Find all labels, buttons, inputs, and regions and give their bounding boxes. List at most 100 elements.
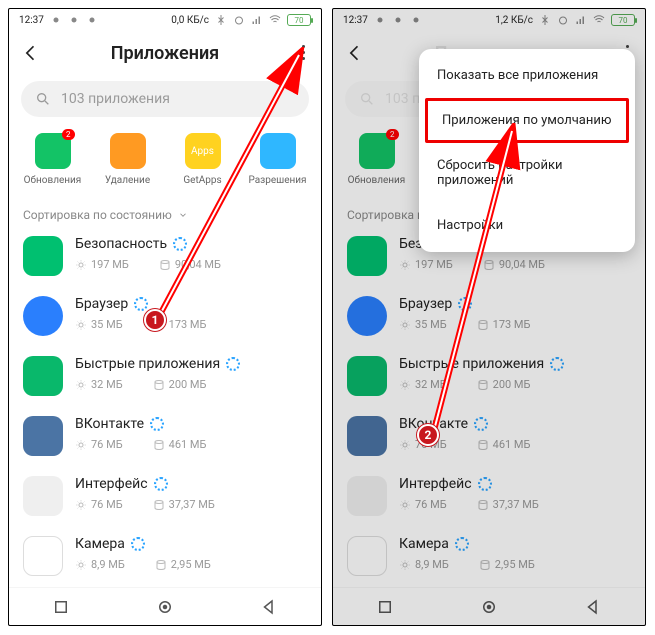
app-icon xyxy=(23,476,63,516)
sort-dropdown[interactable]: Сортировка по состоянию xyxy=(9,200,321,226)
loading-icon xyxy=(150,417,164,431)
app-name: Быстрые приложения xyxy=(399,356,631,372)
menu-item-settings[interactable]: Настройки xyxy=(419,203,635,248)
app-memory: 35 МБ xyxy=(399,318,447,331)
overflow-menu: Показать все приложения Приложения по ум… xyxy=(419,49,635,252)
network-speed: 1,2 КБ/с xyxy=(495,15,533,26)
app-name: Быстрые приложения xyxy=(75,356,307,372)
chevron-down-icon xyxy=(178,210,188,220)
app-row[interactable]: Безопасность 197 МБ 90,04 МБ xyxy=(13,226,317,286)
recent-apps-button[interactable] xyxy=(376,598,394,616)
alarm-icon xyxy=(557,14,569,26)
app-storage: 90,04 МБ xyxy=(159,258,221,271)
app-memory: 8,9 МБ xyxy=(75,558,125,571)
annotation-marker: 1 xyxy=(144,309,166,331)
disk-icon xyxy=(153,499,165,511)
app-memory: 76 МБ xyxy=(75,498,123,511)
alarm-icon xyxy=(233,14,245,26)
app-row[interactable]: Камера 8,9 МБ 2,95 МБ xyxy=(337,526,641,586)
app-memory: 8,9 МБ xyxy=(399,558,449,571)
disk-icon xyxy=(477,499,489,511)
app-row[interactable]: Интерфейс 76 МБ 37,37 МБ xyxy=(13,466,317,526)
app-row[interactable]: Быстрые приложения 32 МБ 200 МБ xyxy=(337,346,641,406)
gear-icon xyxy=(75,559,87,571)
recent-apps-button[interactable] xyxy=(52,598,70,616)
loading-icon xyxy=(550,357,564,371)
overflow-menu-button[interactable] xyxy=(298,41,309,64)
loading-icon xyxy=(173,237,187,251)
app-name: Камера xyxy=(75,536,307,552)
app-memory: 35 МБ xyxy=(75,318,123,331)
back-button[interactable] xyxy=(584,598,602,616)
app-icon xyxy=(23,536,63,576)
quick-action-green[interactable]: 2 Обновления xyxy=(21,133,85,186)
search-icon xyxy=(359,91,375,107)
loading-icon xyxy=(134,297,148,311)
annotation-marker: 2 xyxy=(417,424,439,446)
wifi-icon xyxy=(269,14,281,26)
battery-icon: 70 xyxy=(611,14,635,26)
app-row[interactable]: Браузер 35 МБ 173 МБ xyxy=(337,286,641,346)
quick-action-orange[interactable]: Удаление xyxy=(96,133,160,186)
app-icon xyxy=(347,416,387,456)
battery-icon: 70 xyxy=(287,14,311,26)
home-button[interactable] xyxy=(480,598,498,616)
app-memory: 76 МБ xyxy=(399,498,447,511)
notif-icon xyxy=(68,14,80,26)
notif-icon xyxy=(374,14,386,26)
loading-icon xyxy=(455,537,469,551)
sort-label: Сортировка по состоянию xyxy=(23,208,172,222)
notif-icon xyxy=(86,14,98,26)
disk-icon xyxy=(155,559,167,571)
quick-action-label: Обновления xyxy=(348,175,406,186)
notif-icon xyxy=(392,14,404,26)
app-storage: 200 МБ xyxy=(477,378,531,391)
gear-icon xyxy=(75,439,87,451)
quick-action-icon: 2 xyxy=(359,133,395,169)
menu-item-default-apps[interactable]: Приложения по умолчанию xyxy=(425,98,629,143)
app-memory: 76 МБ xyxy=(75,438,123,451)
search-input[interactable]: 103 приложения xyxy=(21,81,309,117)
back-icon[interactable] xyxy=(21,43,41,63)
apps-list: Безопасность 197 МБ 90,04 МБ Браузер 35 … xyxy=(333,226,645,586)
gear-icon xyxy=(75,259,87,271)
quick-action-icon: 2 xyxy=(35,133,71,169)
loading-icon xyxy=(154,477,168,491)
app-storage: 461 МБ xyxy=(153,438,207,451)
app-name: Браузер xyxy=(399,296,631,312)
notif-icon xyxy=(50,14,62,26)
quick-action-yellow[interactable]: Apps GetApps xyxy=(171,133,235,186)
quick-action-green[interactable]: 2 Обновления xyxy=(345,133,409,186)
loading-icon xyxy=(458,297,472,311)
network-speed: 0,0 КБ/с xyxy=(171,15,209,26)
gear-icon xyxy=(75,499,87,511)
disk-icon xyxy=(477,439,489,451)
phone-screen-left: 12:37 0,0 КБ/с 70 Приложения 103 приложе… xyxy=(8,8,322,626)
back-button[interactable] xyxy=(260,598,278,616)
quick-action-blue[interactable]: Разрешения xyxy=(246,133,310,186)
gear-icon xyxy=(399,319,411,331)
quick-action-label: Удаление xyxy=(105,175,150,186)
bluetooth-icon xyxy=(215,14,227,26)
home-button[interactable] xyxy=(156,598,174,616)
icon-text: Apps xyxy=(185,133,221,169)
back-icon[interactable] xyxy=(345,43,365,63)
loading-icon xyxy=(226,357,240,371)
quick-action-label: Разрешения xyxy=(248,175,306,186)
app-icon xyxy=(23,356,63,396)
gear-icon xyxy=(399,379,411,391)
gear-icon xyxy=(75,379,87,391)
app-row[interactable]: Быстрые приложения 32 МБ 200 МБ xyxy=(13,346,317,406)
notif-icon xyxy=(410,14,422,26)
app-row[interactable]: Камера 8,9 МБ 2,95 МБ xyxy=(13,526,317,586)
menu-item-reset[interactable]: Сбросить настройки приложений xyxy=(419,143,635,203)
loading-icon xyxy=(478,477,492,491)
app-row[interactable]: ВКонтакте 76 МБ 461 МБ xyxy=(337,406,641,466)
gear-icon xyxy=(399,499,411,511)
app-row[interactable]: ВКонтакте 76 МБ 461 МБ xyxy=(13,406,317,466)
menu-item-show-all[interactable]: Показать все приложения xyxy=(419,53,635,98)
search-icon xyxy=(35,91,51,107)
disk-icon xyxy=(477,379,489,391)
app-row[interactable]: Интерфейс 76 МБ 37,37 МБ xyxy=(337,466,641,526)
clock: 12:37 xyxy=(19,15,44,26)
